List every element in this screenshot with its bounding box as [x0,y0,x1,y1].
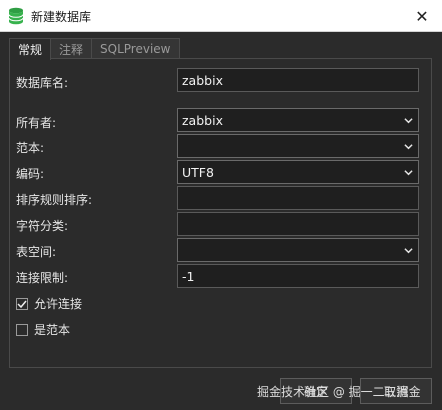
tablespace-label: 表空间: [16,245,57,259]
conn-limit-value: -1 [182,268,195,284]
db-name-label: 数据库名: [16,76,69,90]
chevron-down-icon [404,144,413,150]
ctype-label: 字符分类: [16,219,69,233]
encoding-label: 编码: [16,167,45,181]
tab-general[interactable]: 常规 [9,38,52,60]
tablespace-select[interactable] [177,238,419,262]
db-name-value: zabbix [182,72,223,88]
conn-limit-label: 连接限制: [16,271,69,285]
close-icon: ✕ [415,6,429,26]
encoding-value: UTF8 [182,164,214,180]
template-label: 范本: [16,141,45,155]
tab-comment[interactable]: 注释 [50,38,93,59]
title-bar: 新建数据库 ✕ [0,0,442,32]
allow-conn-label: 允许连接 [34,297,83,311]
conn-limit-input[interactable]: -1 [177,264,419,288]
is-template-checkbox[interactable]: 是范本 [16,321,70,338]
is-template-label: 是范本 [34,323,71,337]
ctype-input[interactable] [177,212,419,236]
owner-label: 所有者: [16,116,57,130]
tab-bar: 常规 注释 SQLPreview [9,38,180,60]
collation-input[interactable] [177,186,419,210]
check-box [16,323,28,336]
template-select[interactable] [177,134,419,158]
tab-sql-preview[interactable]: SQLPreview [91,38,180,59]
check-box [16,297,28,310]
allow-conn-checkbox[interactable]: 允许连接 [16,295,82,312]
checkmark-icon [17,300,27,308]
watermark: 掘金技术社区 @ 掘一二三掘金 [257,385,421,399]
owner-value: zabbix [182,112,223,128]
chevron-down-icon [404,118,413,124]
database-icon [8,7,24,25]
collation-label: 排序规则排序: [16,193,93,207]
chevron-down-icon [404,170,413,176]
general-panel: 数据库名: zabbix 所有者: zabbix 范本: 编码: UTF8 排序… [9,58,432,368]
chevron-down-icon [404,248,413,254]
owner-select[interactable]: zabbix [177,108,419,132]
db-name-input[interactable]: zabbix [177,68,419,92]
encoding-select[interactable]: UTF8 [177,160,419,184]
close-button[interactable]: ✕ [402,0,442,32]
window-title: 新建数据库 [31,10,92,24]
